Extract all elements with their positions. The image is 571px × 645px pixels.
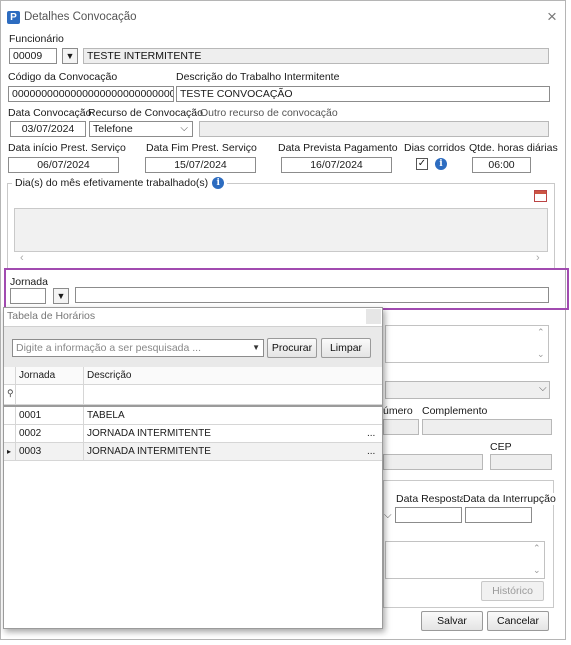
data-inicio-label: Data início Prest. Serviço [8,142,126,154]
data-resposta-field [395,507,462,523]
recurso-select[interactable]: Telefone ⌵ [89,121,193,137]
filter-jornada[interactable] [16,385,84,404]
cell-descricao: JORNADA INTERMITENTE [87,428,211,439]
data-prevista-field[interactable]: 16/07/2024 [281,157,392,173]
numero-field [383,419,419,435]
data-interrupcao-label: Data da Interrupção [463,493,556,505]
save-button[interactable]: Salvar [421,611,483,631]
chevron-down-icon: ⌵ [180,123,188,134]
search-placeholder: Digite a informação a ser pesquisada ... [16,342,202,354]
data-resposta-label: Data Resposta [396,493,466,505]
row-indicator [4,407,16,424]
complemento-field [422,419,552,435]
dias-trabalhados-title: Dia(s) do mês efetivamente trabalhado(s)… [12,177,228,189]
cell-descricao: TABELA [87,410,125,421]
ellipsis-icon[interactable]: ... [364,425,382,442]
scroll-right-icon[interactable]: › [536,252,540,264]
row-indicator [4,425,16,442]
column-header-jornada[interactable]: Jornada [16,367,84,384]
dias-corridos-checkbox[interactable]: ✓ [416,158,428,170]
outro-recurso-field [199,121,549,137]
data-prevista-label: Data Prevista Pagamento [278,142,398,154]
cancel-button[interactable]: Cancelar [487,611,549,631]
popup-title: Tabela de Horários [7,310,96,322]
search-input[interactable]: Digite a informação a ser pesquisada ...… [12,339,264,357]
app-icon: P [7,11,20,24]
funcionario-code-field[interactable]: 00009 [9,48,57,64]
filter-row: ⚲ [4,385,382,405]
data-interrupcao-field [465,507,532,523]
ellipsis-icon[interactable]: ... [364,443,382,460]
filter-descricao[interactable] [84,385,382,404]
funcionario-label: Funcionário [9,33,64,45]
codigo-label: Código da Convocação [8,71,118,83]
data-convocacao-label: Data Convocação [8,107,92,119]
background-field [383,454,483,470]
chevron-down-icon: ⌵ [539,383,547,394]
jornada-code-field[interactable] [10,288,46,304]
data-convocacao-field[interactable]: 03/07/2024 [10,121,86,137]
table-row[interactable]: 0002 JORNADA INTERMITENTE ... [4,425,382,443]
recurso-label: Recurso de Convocação [88,107,203,119]
dias-trabalhados-list[interactable] [14,208,548,252]
cell-jornada: 0002 [16,425,84,442]
cell-jornada: 0001 [16,407,84,424]
search-toolbar: Digite a informação a ser pesquisada ...… [4,326,382,368]
recurso-value: Telefone [93,123,133,135]
row-indicator [4,367,16,384]
chevron-down-icon: ⌄ [533,565,541,575]
info-icon[interactable]: i [212,177,225,189]
historico-button: Histórico [481,581,544,601]
procurar-button[interactable]: Procurar [267,338,317,358]
chevron-up-icon: ⌃ [537,327,545,337]
background-textarea [385,325,549,363]
table-row-current[interactable]: ▸ 0003 JORNADA INTERMITENTE ... [4,443,382,461]
jornada-desc-field[interactable] [75,287,549,303]
info-icon[interactable]: i [435,158,447,170]
jornada-dropdown-button[interactable]: ▼ [53,288,69,304]
calendar-icon[interactable] [534,190,547,202]
chevron-down-icon: ⌄ [537,349,545,359]
codigo-field[interactable]: 000000000000000000000000000002 [8,86,174,102]
background-select [385,381,550,399]
chevron-down-icon: ⌵ [384,510,392,521]
complemento-label: Complemento [422,405,488,417]
descricao-field[interactable]: TESTE CONVOCAÇÃO [176,86,550,102]
column-header-descricao[interactable]: Descrição [84,367,382,384]
jornada-label: Jornada [10,276,48,288]
filter-icon: ⚲ [4,385,16,404]
popup-titlebar: Tabela de Horários [4,308,382,326]
descricao-label: Descrição do Trabalho Intermitente [176,71,340,83]
popup-close-button[interactable] [366,309,381,324]
close-icon[interactable]: × [547,7,557,27]
dias-corridos-label: Dias corridos [404,142,466,154]
cell-jornada: 0003 [16,443,84,460]
current-row-arrow-icon: ▸ [4,443,16,460]
cep-label: CEP [490,441,512,453]
dias-trabalhados-label: Dia(s) do mês efetivamente trabalhado(s) [15,177,209,189]
funcionario-name-field: TESTE INTERMITENTE [83,48,549,64]
numero-label: úmero [383,405,413,417]
data-fim-field[interactable]: 15/07/2024 [145,157,256,173]
chevron-up-icon: ⌃ [533,543,541,553]
funcionario-dropdown-button[interactable]: ▼ [62,48,78,64]
cep-field [490,454,552,470]
qtde-horas-label: Qtde. horas diárias [469,142,558,154]
qtde-horas-field[interactable]: 06:00 [472,157,531,173]
table-row[interactable]: 0001 TABELA [4,407,382,425]
data-fim-label: Data Fim Prest. Serviço [146,142,257,154]
limpar-button[interactable]: Limpar [321,338,371,358]
cell-descricao: JORNADA INTERMITENTE [87,446,211,457]
tabela-horarios-popup: Tabela de Horários Digite a informação a… [3,307,383,629]
grid-header: Jornada Descrição [4,367,382,385]
background-textarea [385,541,545,579]
chevron-down-icon: ▼ [252,343,260,352]
data-inicio-field[interactable]: 06/07/2024 [8,157,119,173]
window-title: Detalhes Convocação [24,11,137,23]
outro-recurso-label: Outro recurso de convocação [200,107,338,119]
scroll-left-icon[interactable]: ‹ [20,252,24,264]
